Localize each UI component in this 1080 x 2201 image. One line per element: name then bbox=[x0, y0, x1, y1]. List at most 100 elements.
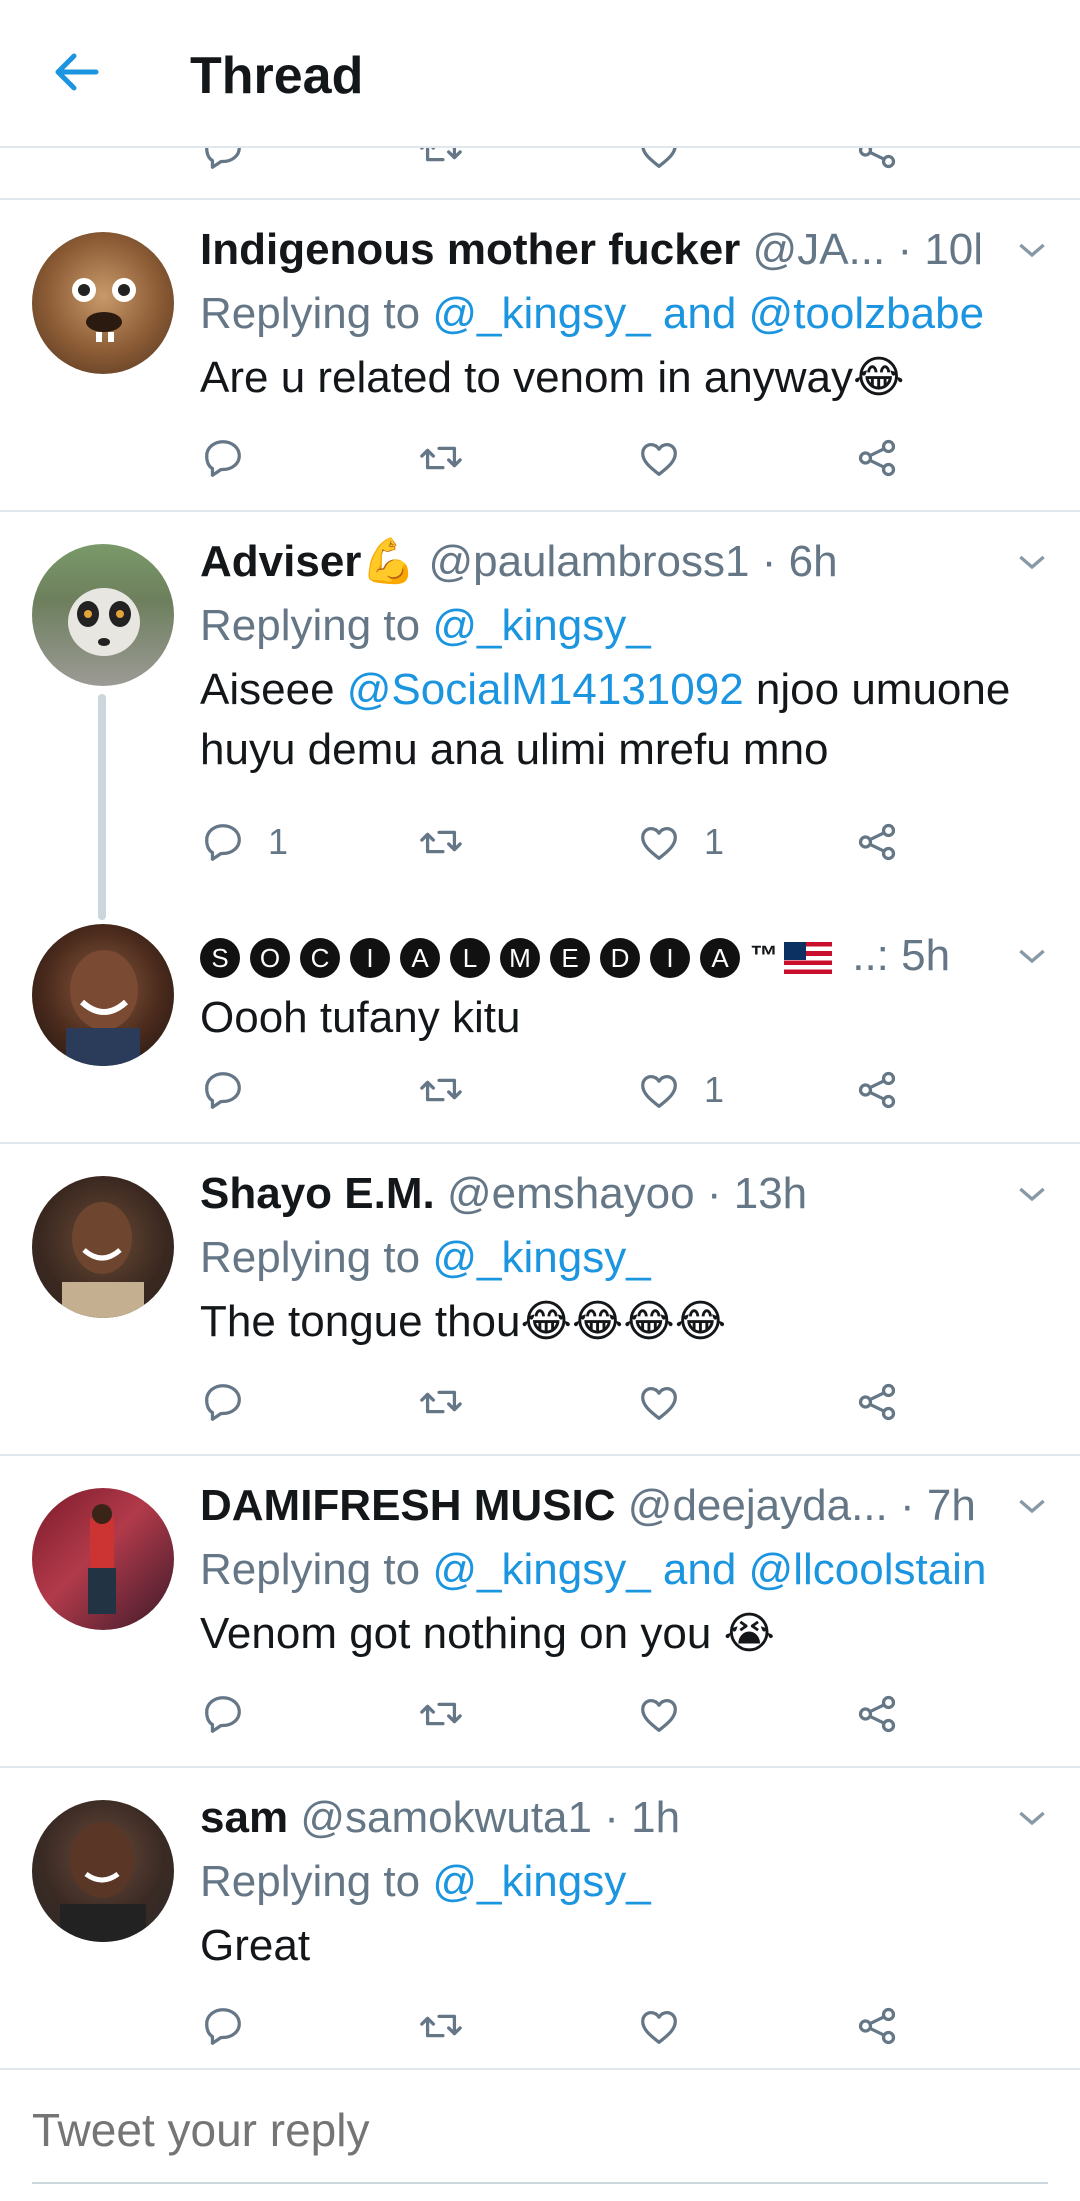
reply-icon bbox=[205, 2008, 241, 2045]
timestamp: · 13h bbox=[706, 1169, 808, 1218]
replying-to: Replying to @_kingsy_ bbox=[200, 596, 651, 656]
us-flag-icon bbox=[784, 942, 832, 975]
tweet[interactable]: DAMIFRESH MUSIC @deejayda... · 7h Replyi… bbox=[0, 1456, 1080, 1768]
user-handle[interactable]: @JA... bbox=[753, 225, 886, 274]
chevron-down-icon[interactable] bbox=[1012, 1174, 1052, 1214]
reply-button[interactable] bbox=[200, 1684, 246, 1744]
tweet-text: Are u related to venom in anyway😂 bbox=[200, 348, 1040, 408]
like-button[interactable]: 1 bbox=[636, 1060, 724, 1120]
reply-composer bbox=[0, 2068, 1080, 2201]
chevron-down-icon[interactable] bbox=[1012, 936, 1052, 976]
retweet-button[interactable] bbox=[418, 1372, 464, 1432]
display-name[interactable]: sam bbox=[200, 1793, 288, 1842]
share-icon bbox=[858, 2007, 896, 2045]
avatar[interactable] bbox=[32, 1176, 174, 1318]
previous-tweet-actions bbox=[0, 146, 1080, 200]
avatar-image bbox=[66, 950, 140, 1066]
emoji: 😭 bbox=[723, 1608, 775, 1659]
avatar[interactable] bbox=[32, 1488, 174, 1630]
like-button[interactable] bbox=[636, 1684, 682, 1744]
replying-to: Replying to @_kingsy_ bbox=[200, 1228, 651, 1288]
share-icon bbox=[858, 1695, 896, 1733]
retweet-button[interactable] bbox=[418, 812, 464, 872]
like-button[interactable]: 1 bbox=[636, 812, 724, 872]
share-button[interactable] bbox=[854, 428, 900, 488]
display-name[interactable]: Indigenous mother fucker bbox=[200, 225, 740, 274]
like-button[interactable] bbox=[636, 1996, 682, 2056]
page-title: Thread bbox=[190, 47, 364, 105]
user-handle[interactable]: @emshayoo bbox=[447, 1169, 695, 1218]
tweet-actions bbox=[200, 1372, 920, 1432]
display-name[interactable]: DAMIFRESH MUSIC bbox=[200, 1481, 616, 1530]
avatar[interactable] bbox=[32, 232, 174, 374]
user-handle[interactable]: @paulambross1 bbox=[428, 537, 749, 586]
replying-to: Replying to @_kingsy_ and @toolzbabe bbox=[200, 284, 984, 344]
mention-link[interactable]: @SocialM14131092 bbox=[347, 665, 744, 714]
reply-button[interactable]: 1 bbox=[200, 812, 288, 872]
chevron-down-icon[interactable] bbox=[1012, 230, 1052, 270]
timestamp: · 1h bbox=[604, 1793, 681, 1842]
back-button[interactable] bbox=[44, 40, 108, 104]
display-name[interactable]: S O C I A L M E D I A ™ bbox=[200, 931, 840, 980]
share-button[interactable] bbox=[854, 1372, 900, 1432]
tweet[interactable]: sam @samokwuta1 · 1h Replying to @_kings… bbox=[0, 1768, 1080, 2066]
reply-button[interactable] bbox=[200, 428, 246, 488]
replying-to-link[interactable]: @_kingsy_ bbox=[432, 1233, 650, 1282]
avatar-image bbox=[72, 278, 136, 342]
reply-icon bbox=[205, 146, 241, 169]
user-handle[interactable]: @samokwuta1 bbox=[300, 1793, 592, 1842]
retweet-button[interactable] bbox=[418, 428, 464, 488]
replying-to-link[interactable]: @_kingsy_ bbox=[432, 1857, 650, 1906]
avatar[interactable] bbox=[32, 1800, 174, 1942]
like-count: 1 bbox=[704, 821, 725, 862]
avatar[interactable] bbox=[32, 544, 174, 686]
reply-button[interactable] bbox=[200, 1060, 246, 1120]
reply-icon bbox=[205, 824, 241, 861]
share-icon bbox=[858, 146, 896, 169]
reply-button[interactable] bbox=[200, 146, 246, 180]
name-letter: S bbox=[200, 938, 240, 979]
tweet[interactable]: Indigenous mother fucker @JA... · 10h Re… bbox=[0, 200, 1080, 512]
replying-to-link[interactable]: @_kingsy_ and @llcoolstain bbox=[432, 1545, 986, 1594]
share-button[interactable] bbox=[854, 1060, 900, 1120]
display-name[interactable]: Shayo E.M. bbox=[200, 1169, 435, 1218]
share-button[interactable] bbox=[854, 1996, 900, 2056]
retweet-button[interactable] bbox=[418, 1996, 464, 2056]
tweet-text: Venom got nothing on you 😭 bbox=[200, 1604, 1040, 1664]
user-handle[interactable]: ..: bbox=[852, 931, 889, 980]
timestamp: · 6h bbox=[761, 537, 838, 586]
tweet-header: S O C I A L M E D I A ™ ..: 5h bbox=[200, 926, 980, 986]
tweet[interactable]: S O C I A L M E D I A ™ ..: 5h Oooh tufany kitu 1 bbox=[0, 902, 1080, 1144]
tweet[interactable]: Shayo E.M. @emshayoo · 13h Replying to @… bbox=[0, 1144, 1080, 1456]
replying-to-link[interactable]: @_kingsy_ bbox=[432, 601, 650, 650]
replying-prefix: Replying to bbox=[200, 601, 433, 650]
tweet[interactable]: Adviser💪 @paulambross1 · 6h Replying to … bbox=[0, 512, 1080, 920]
reply-button[interactable] bbox=[200, 1372, 246, 1432]
reply-icon bbox=[205, 1384, 241, 1421]
chevron-down-icon[interactable] bbox=[1012, 1486, 1052, 1526]
retweet-button[interactable] bbox=[418, 1684, 464, 1744]
display-name[interactable]: Adviser bbox=[200, 537, 361, 586]
share-button[interactable] bbox=[854, 812, 900, 872]
retweet-button[interactable] bbox=[418, 1060, 464, 1120]
avatar-image bbox=[62, 1202, 144, 1318]
name-letter: A bbox=[400, 938, 440, 979]
share-icon bbox=[858, 439, 896, 477]
share-button[interactable] bbox=[854, 1684, 900, 1744]
chevron-down-icon[interactable] bbox=[1012, 1798, 1052, 1838]
name-letter: M bbox=[500, 938, 540, 979]
retweet-button[interactable] bbox=[418, 146, 464, 180]
like-button[interactable] bbox=[636, 146, 682, 180]
chevron-down-icon[interactable] bbox=[1012, 542, 1052, 582]
tweet-body-pre: Aiseee bbox=[200, 665, 347, 714]
share-icon bbox=[858, 1071, 896, 1109]
like-button[interactable] bbox=[636, 428, 682, 488]
reply-button[interactable] bbox=[200, 1996, 246, 2056]
avatar[interactable] bbox=[32, 924, 174, 1066]
reply-icon bbox=[205, 1696, 241, 1733]
user-handle[interactable]: @deejayda... bbox=[628, 1481, 888, 1530]
like-button[interactable] bbox=[636, 1372, 682, 1432]
share-button[interactable] bbox=[854, 146, 900, 180]
replying-to-link[interactable]: @_kingsy_ and @toolzbabe bbox=[432, 289, 984, 338]
reply-input[interactable] bbox=[32, 2090, 1048, 2170]
